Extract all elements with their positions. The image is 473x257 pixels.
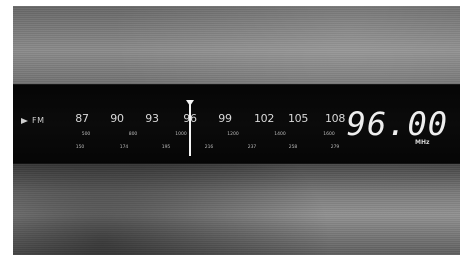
play-triangle-icon bbox=[21, 117, 28, 124]
dial-main-label: 102 bbox=[253, 112, 275, 125]
dial-main-label: 105 bbox=[287, 112, 309, 125]
dial-sub-label: 150 bbox=[75, 145, 85, 150]
frequency-unit: MHz bbox=[415, 139, 430, 146]
dial-main-label: 87 bbox=[75, 112, 89, 125]
dial-sub-label: 1600 bbox=[323, 132, 335, 137]
dial-main-label: 108 bbox=[324, 112, 346, 125]
dial-sub-label: 195 bbox=[161, 145, 171, 150]
dial-sub-label: 1000 bbox=[175, 132, 187, 137]
band-indicator[interactable]: FM bbox=[21, 116, 45, 125]
dial-sub-label: 500 bbox=[81, 132, 91, 137]
dial-main-label: 93 bbox=[145, 112, 159, 125]
dial-main-label: 90 bbox=[110, 112, 124, 125]
dial-sub-label: 1400 bbox=[274, 132, 286, 137]
dial-sub-label: 1200 bbox=[227, 132, 239, 137]
radio-panel: FM 87 90 93 96 99 102 105 108 500 800 10… bbox=[13, 6, 460, 255]
dial-sub-label: 800 bbox=[128, 132, 138, 137]
frequency-readout: 96.00 bbox=[346, 105, 448, 143]
dial-sub-label: 279 bbox=[330, 145, 340, 150]
tuning-needle[interactable] bbox=[189, 104, 191, 156]
dial-main-label: 99 bbox=[218, 112, 232, 125]
tuner-display: FM 87 90 93 96 99 102 105 108 500 800 10… bbox=[13, 84, 460, 164]
band-label: FM bbox=[32, 116, 45, 125]
dial-sub-label: 174 bbox=[119, 145, 129, 150]
dial-sub-label: 216 bbox=[204, 145, 214, 150]
dial-sub-label: 237 bbox=[247, 145, 257, 150]
dial-sub-label: 258 bbox=[288, 145, 298, 150]
